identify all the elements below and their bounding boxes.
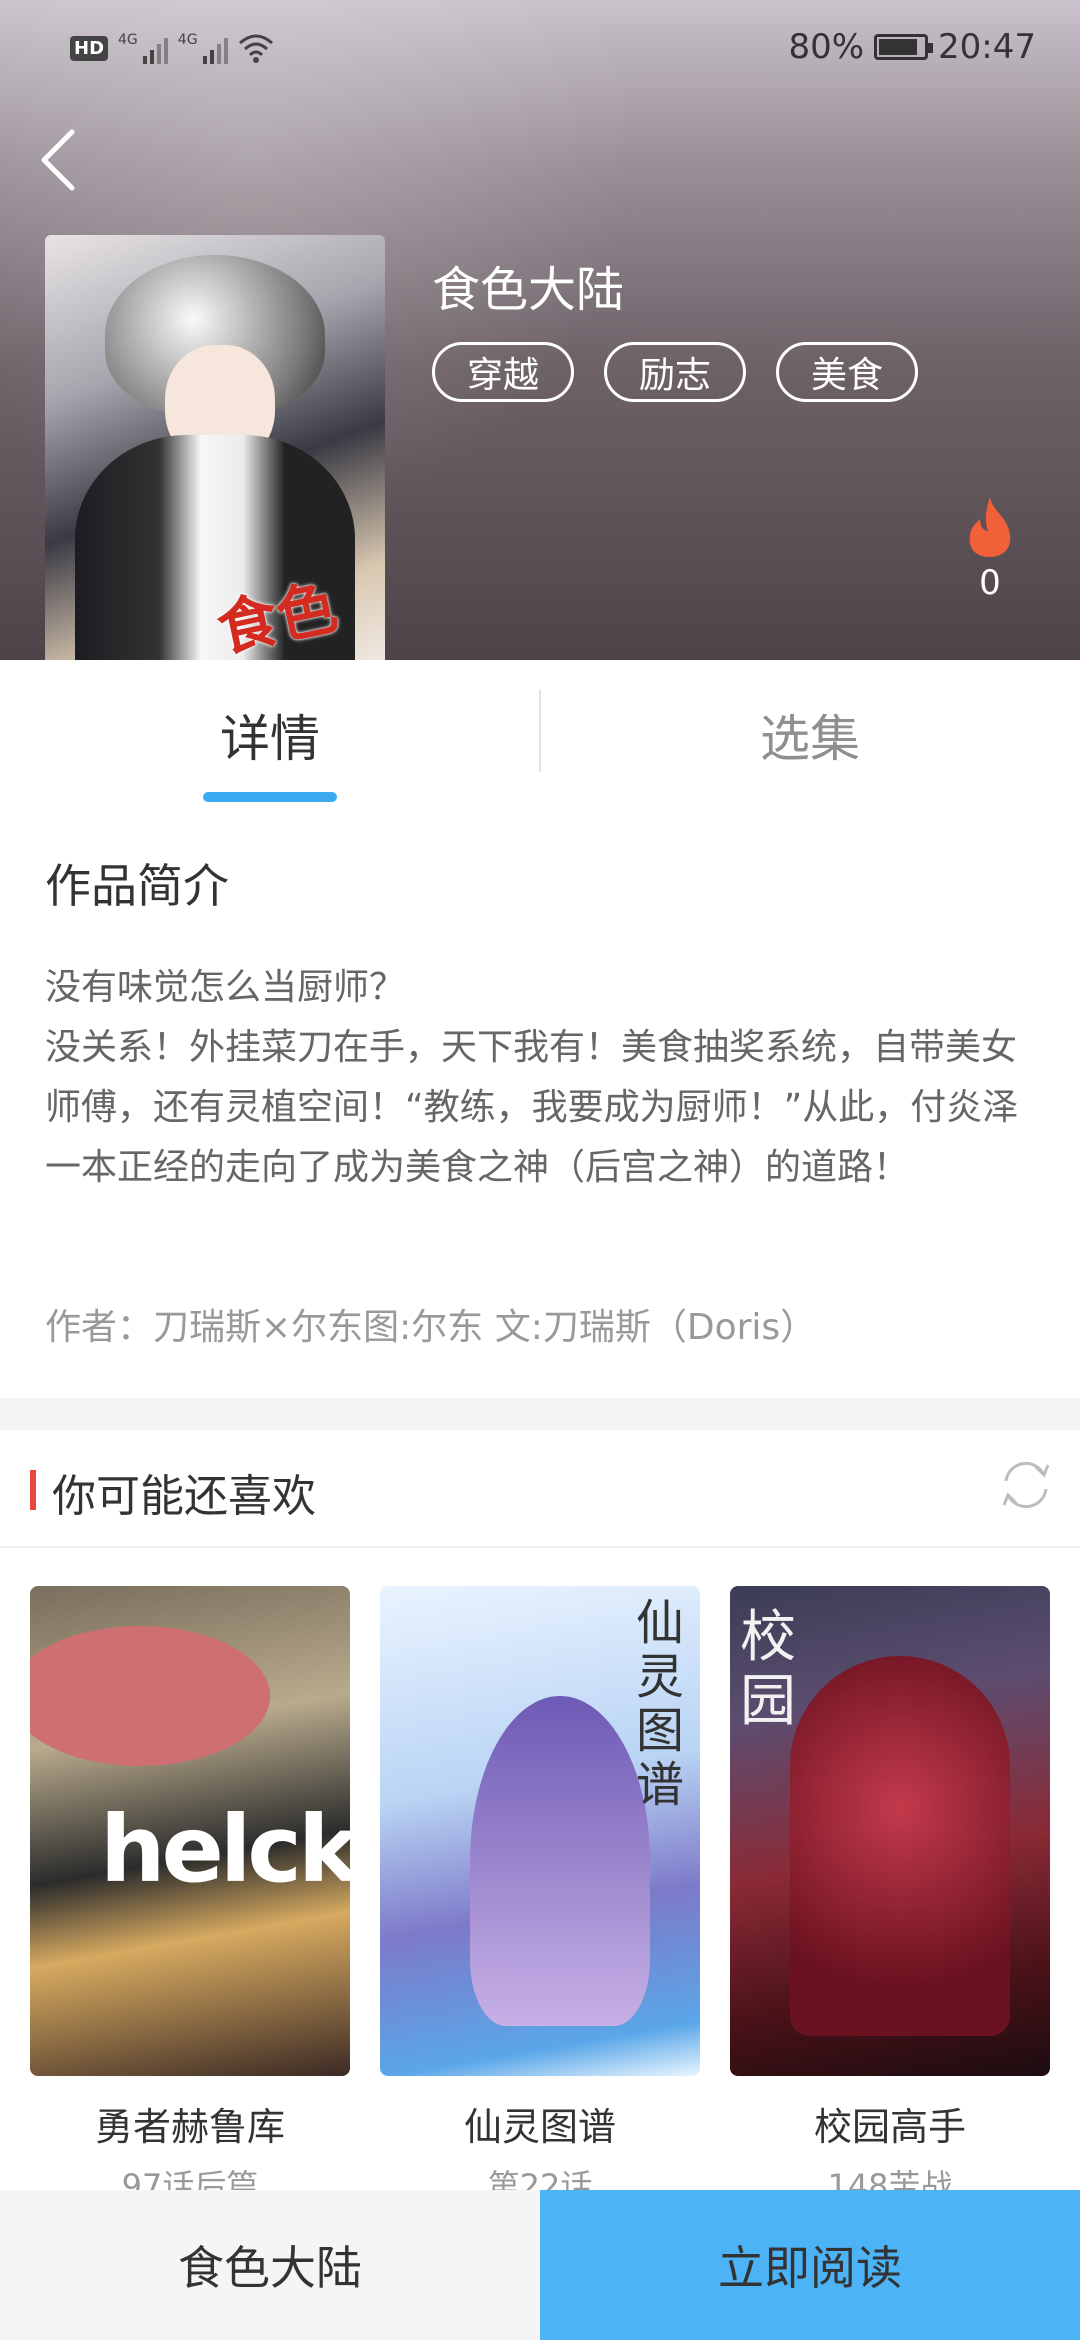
signal-icon: 4G: [118, 32, 168, 64]
hd-badge: HD: [70, 35, 109, 61]
intro-line: 没关系！外挂菜刀在手，天下我有！美食抽奖系统，自带美女师傅，还有灵植空间！“教练…: [45, 1027, 1019, 1188]
recommend-header: 你可能还喜欢: [0, 1430, 1080, 1548]
tag-chip[interactable]: 励志: [604, 342, 746, 402]
recommend-card[interactable]: 仙灵图谱 仙灵图谱 第22话: [380, 1586, 700, 2207]
popularity: 0: [960, 495, 1020, 615]
recommend-name: 勇者赫鲁库: [94, 2105, 285, 2149]
hot-count: 0: [979, 563, 1001, 603]
wifi-icon: [238, 34, 273, 63]
read-now-button[interactable]: 立即阅读: [540, 2190, 1080, 2340]
cover-text: 仙灵图谱: [636, 1595, 685, 1813]
battery-percent: 80%: [788, 27, 865, 67]
back-arrow-icon[interactable]: [28, 120, 98, 200]
tab-indicator: [203, 792, 337, 802]
recommend-name: 仙灵图谱: [463, 2105, 616, 2149]
comic-name-button[interactable]: 食色大陆: [0, 2190, 540, 2340]
battery-icon: [874, 34, 934, 60]
refresh-icon[interactable]: [996, 1455, 1056, 1515]
recommend-cover[interactable]: 仙灵图谱: [380, 1586, 700, 2076]
recommend-cover[interactable]: 校园: [730, 1586, 1050, 2076]
comic-header: HD 4G 4G 80% 20:47 食色大陆 食色大陆 穿越 励志 美食 0: [0, 0, 1080, 660]
tab-bar: 详情 选集: [0, 660, 1080, 810]
comic-title: 食色大陆: [432, 262, 625, 318]
section-marker: [30, 1470, 36, 1510]
intro-line: 没有味觉怎么当厨师？: [45, 967, 406, 1008]
flame-icon: [969, 497, 1011, 557]
tag-chip[interactable]: 穿越: [432, 342, 574, 402]
status-bar: HD 4G 4G 80% 20:47: [0, 0, 1080, 90]
tab-episodes[interactable]: 选集: [540, 660, 1080, 810]
cover-text: 校园: [740, 1605, 796, 1734]
recommend-title: 你可能还喜欢: [52, 1471, 316, 1522]
recommend-card[interactable]: helck 勇者赫鲁库 97话后篇: [30, 1586, 350, 2207]
clock: 20:47: [938, 27, 1036, 67]
intro-heading: 作品简介: [45, 859, 229, 913]
comic-cover: 食色大陆: [45, 235, 385, 660]
recommend-card[interactable]: 校园 校园高手 148苦战: [730, 1586, 1050, 2207]
tag-list: 穿越 励志 美食: [432, 342, 918, 402]
intro-text: 没有味觉怎么当厨师？ 没关系！外挂菜刀在手，天下我有！美食抽奖系统，自带美女师傅…: [45, 958, 1045, 1198]
recommend-name: 校园高手: [813, 2105, 966, 2149]
cover-text: helck: [100, 1796, 350, 1903]
section-gap: [0, 1398, 1080, 1430]
tag-chip[interactable]: 美食: [776, 342, 918, 402]
recommend-cover[interactable]: helck: [30, 1586, 350, 2076]
tab-details[interactable]: 详情: [0, 660, 540, 810]
author-line: 作者：刀瑞斯×尔东图:尔东 文:刀瑞斯（Doris）: [45, 1307, 817, 1348]
signal-icon: 4G: [178, 32, 228, 64]
bottom-action-bar: 食色大陆 立即阅读: [0, 2190, 1080, 2340]
